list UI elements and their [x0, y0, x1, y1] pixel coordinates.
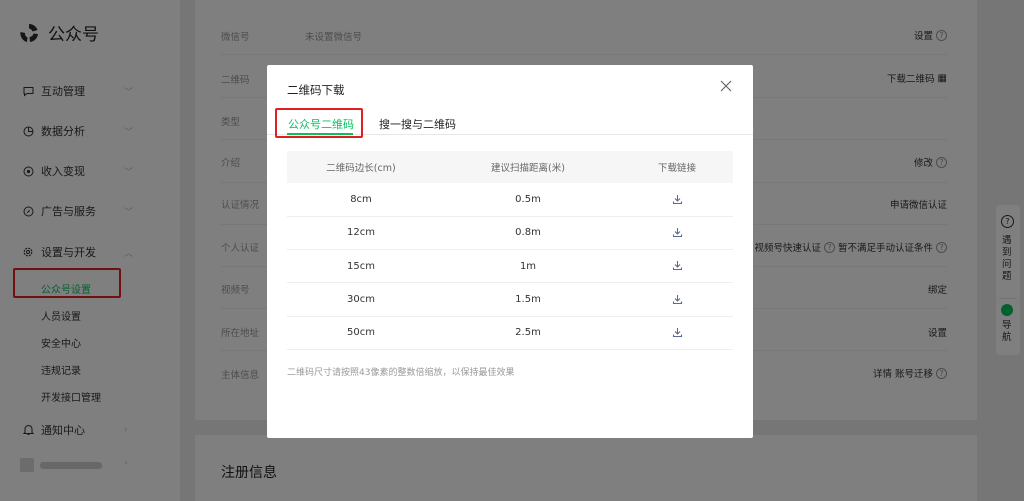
download-cell [621, 249, 733, 284]
download-cell [621, 183, 733, 217]
cell-size: 12cm [287, 216, 435, 251]
download-icon[interactable] [672, 327, 683, 338]
download-icon[interactable] [672, 194, 683, 205]
table-row: 30cm 1.5m [287, 282, 733, 317]
cell-distance: 1m [435, 249, 621, 284]
table-row: 15cm 1m [287, 249, 733, 284]
cell-distance: 2.5m [435, 316, 621, 350]
cell-distance: 0.8m [435, 216, 621, 251]
qrcode-size-tip: 二维码尺寸请按照43像素的整数倍缩放，以保持最佳效果 [287, 368, 515, 378]
download-cell [621, 282, 733, 317]
cell-size: 50cm [287, 316, 435, 350]
column-header-distance: 建议扫描距离(米) [435, 151, 621, 183]
download-icon[interactable] [672, 294, 683, 305]
download-icon[interactable] [672, 260, 683, 271]
cell-distance: 1.5m [435, 282, 621, 317]
qrcode-size-table: 二维码边长(cm) 建议扫描距离(米) 下载链接 8cm 0.5m 12cm 0… [287, 151, 733, 350]
download-cell [621, 316, 733, 350]
table-header-row: 二维码边长(cm) 建议扫描距离(米) 下载链接 [287, 151, 733, 183]
cell-distance: 0.5m [435, 183, 621, 217]
tab-search-qrcode[interactable]: 搜一搜与二维码 [379, 116, 456, 132]
table-row: 50cm 2.5m [287, 316, 733, 350]
column-header-size: 二维码边长(cm) [287, 151, 435, 183]
close-icon[interactable] [719, 79, 733, 93]
download-cell [621, 216, 733, 251]
highlight-box [275, 108, 363, 138]
cell-size: 8cm [287, 183, 435, 217]
qrcode-download-dialog: 二维码下载 公众号二维码 搜一搜与二维码 二维码边长(cm) 建议扫描距离(米)… [267, 65, 753, 438]
cell-size: 30cm [287, 282, 435, 317]
table-row: 12cm 0.8m [287, 216, 733, 251]
dialog-tabs: 公众号二维码 搜一搜与二维码 [267, 108, 753, 138]
cell-size: 15cm [287, 249, 435, 284]
download-icon[interactable] [672, 227, 683, 238]
dialog-title: 二维码下载 [287, 83, 345, 97]
table-row: 8cm 0.5m [287, 183, 733, 217]
column-header-download: 下载链接 [621, 151, 733, 183]
